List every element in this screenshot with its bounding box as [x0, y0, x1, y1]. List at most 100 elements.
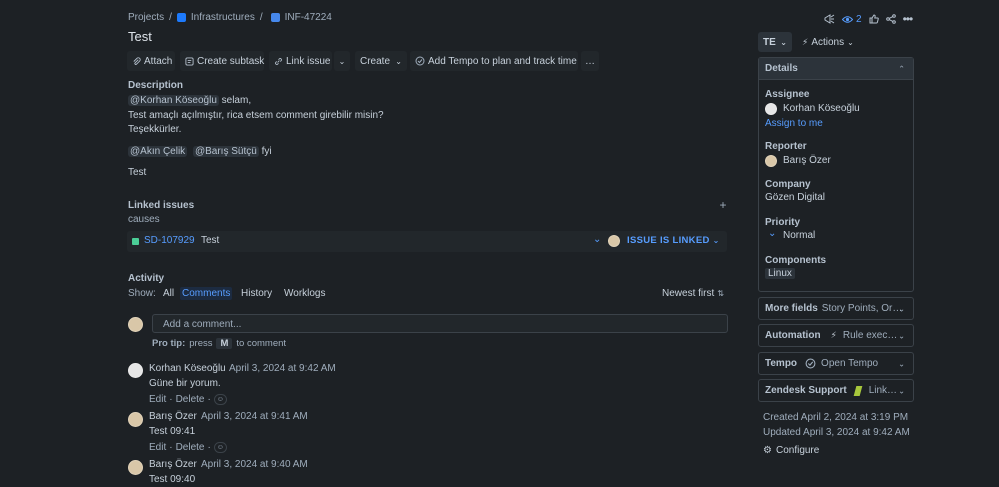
more-fields-panel[interactable]: More fields Story Points, Or… ⌄: [758, 297, 914, 320]
configure-button[interactable]: ⚙ Configure: [763, 445, 819, 456]
comment-author[interactable]: Barış Özer: [149, 411, 197, 422]
add-linked-issue-button[interactable]: +: [718, 198, 728, 212]
comment-input[interactable]: Add a comment...: [152, 314, 728, 333]
comment-author[interactable]: Barış Özer: [149, 459, 197, 470]
description-body[interactable]: @Korhan Köseoğlu selam, Test amaçlı açıl…: [128, 94, 384, 181]
description-line-2: Test amaçlı açılmıştır, rica etsem comme…: [128, 109, 384, 121]
automation-panel[interactable]: Automation ⚡ Rule exec… ⌄: [758, 324, 914, 347]
assign-to-me-link[interactable]: Assign to me: [765, 118, 823, 129]
megaphone-icon[interactable]: [824, 14, 835, 24]
description-text: fyi: [258, 145, 272, 157]
components-label: Components: [765, 255, 827, 266]
reporter-label: Reporter: [765, 141, 807, 152]
linked-issue-summary[interactable]: Test: [201, 235, 219, 246]
tempo-hint: Open Tempo: [821, 358, 879, 369]
chevron-down-icon: ⌄: [898, 304, 905, 313]
breadcrumb: Projects / Infrastructures / INF-47224: [128, 12, 332, 23]
attach-button[interactable]: Attach: [127, 51, 175, 71]
updated-date: Updated April 3, 2024 at 9:42 AM: [763, 427, 910, 438]
tab-worklogs[interactable]: Worklogs: [282, 287, 328, 300]
plus-icon: +: [719, 198, 727, 212]
chevron-down-icon: ⌄: [898, 359, 905, 368]
comment-author[interactable]: Korhan Köseoğlu: [149, 363, 226, 374]
thumbs-up-icon[interactable]: [869, 14, 879, 24]
more-icon: …: [585, 55, 595, 67]
assignee-label: Assignee: [765, 89, 810, 100]
actions-dropdown[interactable]: ⚡ Actions ⌄: [797, 32, 861, 52]
link-relation: causes: [128, 214, 160, 225]
breadcrumb-projects[interactable]: Projects: [128, 12, 164, 23]
comment-body: Güne bir yorum.: [149, 378, 221, 389]
edit-button[interactable]: Edit: [149, 442, 166, 453]
delete-button[interactable]: Delete: [176, 442, 205, 453]
create-subtask-button[interactable]: Create subtask: [180, 51, 264, 71]
details-panel: Details ⌃ Assignee Korhan Köseoğlu Assig…: [758, 57, 914, 292]
breadcrumb-issue-key[interactable]: INF-47224: [285, 12, 332, 23]
issue-title[interactable]: Test: [128, 29, 152, 44]
story-icon: [132, 238, 139, 245]
tempo-label: Tempo: [765, 358, 798, 369]
priority-low-icon: ⌄: [768, 228, 777, 239]
description-line-4: @Akın Çelik @Barış Sütçü fyi: [128, 145, 384, 160]
breadcrumb-project[interactable]: Infrastructures: [191, 12, 255, 23]
priority-value[interactable]: Normal: [783, 230, 815, 241]
mention[interactable]: @Akın Çelik: [128, 145, 188, 157]
comment-date[interactable]: April 3, 2024 at 9:40 AM: [201, 459, 308, 470]
status-dropdown[interactable]: TE ⌄: [758, 32, 792, 52]
comment-actions: Edit · Delete · ☺: [149, 394, 227, 405]
linked-issue-row[interactable]: SD-107929 Test ⌄ ISSUE IS LINKED ⌄: [127, 231, 727, 252]
sort-toggle[interactable]: Newest first ⇅: [662, 288, 724, 299]
subtask-icon: [185, 56, 194, 66]
more-icon[interactable]: •••: [903, 12, 914, 26]
reporter-value[interactable]: Barış Özer: [783, 155, 831, 166]
chevron-down-icon: ⌄: [898, 331, 905, 340]
edit-button[interactable]: Edit: [149, 394, 166, 405]
details-heading: Details: [765, 63, 798, 74]
chevron-down-icon[interactable]: ⌄: [593, 234, 601, 245]
linked-issue-key[interactable]: SD-107929: [144, 235, 195, 246]
zendesk-panel[interactable]: Zendesk Support Link… ⌄: [758, 379, 914, 402]
mention[interactable]: @Barış Sütçü: [192, 145, 259, 157]
link-icon: [274, 57, 283, 66]
more-button[interactable]: …: [581, 51, 599, 71]
show-label: Show:: [128, 288, 156, 299]
chevron-down-icon: ⌄: [847, 37, 854, 47]
link-issue-label: Link issue: [286, 55, 331, 67]
task-icon: [270, 13, 280, 22]
linked-issue-status[interactable]: ISSUE IS LINKED ⌄: [627, 235, 720, 246]
delete-button[interactable]: Delete: [176, 394, 205, 405]
chevron-down-icon: ⌄: [338, 56, 346, 66]
comment-body: Test 09:40: [149, 474, 196, 485]
more-fields-label: More fields: [765, 303, 818, 314]
company-value[interactable]: Gözen Digital: [765, 192, 825, 203]
description-heading: Description: [128, 80, 184, 91]
pro-tip: Pro tip: press M to comment: [152, 338, 286, 349]
emoji-icon[interactable]: ☺: [213, 394, 227, 405]
share-icon[interactable]: [885, 14, 896, 24]
project-icon: [176, 13, 186, 22]
link-issue-dropdown[interactable]: ⌄: [334, 51, 350, 71]
actions-label: Actions: [811, 36, 845, 48]
mention[interactable]: @Korhan Köseoğlu: [128, 95, 219, 106]
avatar: [128, 363, 143, 378]
emoji-icon[interactable]: ☺: [213, 442, 227, 453]
comment-date[interactable]: April 3, 2024 at 9:41 AM: [201, 411, 308, 422]
activity-heading: Activity: [128, 273, 165, 284]
avatar: [608, 235, 620, 247]
details-header[interactable]: Details ⌃: [759, 58, 913, 80]
component-tag[interactable]: Linux: [765, 268, 795, 279]
company-label: Company: [765, 179, 811, 190]
tempo-button[interactable]: Add Tempo to plan and track time: [410, 51, 578, 71]
zendesk-label: Zendesk Support: [765, 385, 847, 396]
create-button[interactable]: Create ⌄: [355, 51, 407, 71]
assignee-value[interactable]: Korhan Köseoğlu: [783, 103, 860, 114]
chevron-down-icon: ⌄: [898, 386, 905, 395]
tab-comments[interactable]: Comments: [180, 287, 233, 300]
tab-history[interactable]: History: [239, 287, 274, 300]
watchers-button[interactable]: 2: [842, 14, 862, 25]
comment-date[interactable]: April 3, 2024 at 9:42 AM: [229, 363, 336, 374]
comment: Barış Özer April 3, 2024 at 9:40 AM Test…: [128, 458, 728, 487]
link-issue-button[interactable]: Link issue: [269, 51, 332, 71]
tempo-panel[interactable]: Tempo Open Tempo ⌄: [758, 352, 914, 375]
tab-all[interactable]: All: [161, 287, 176, 300]
